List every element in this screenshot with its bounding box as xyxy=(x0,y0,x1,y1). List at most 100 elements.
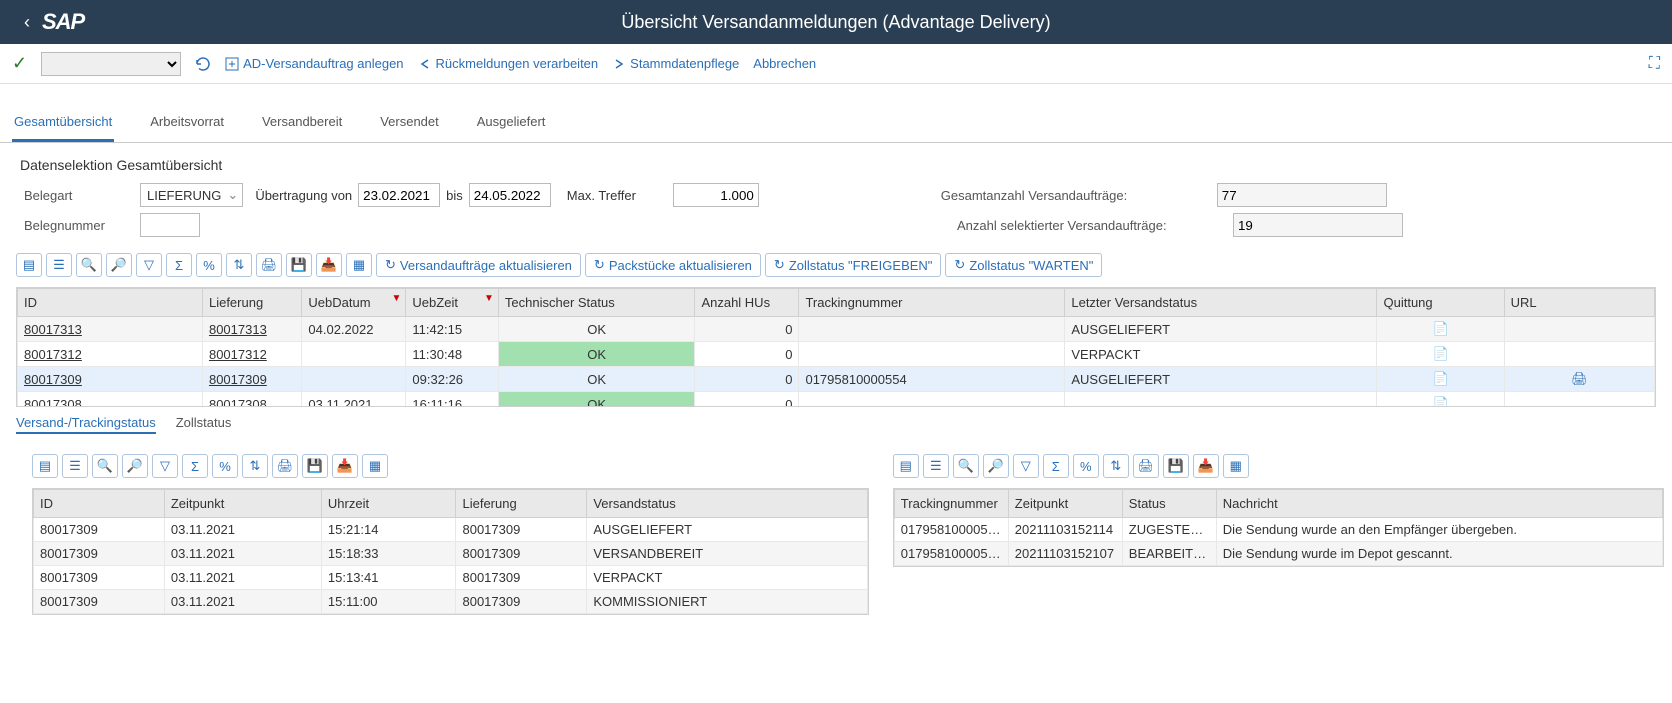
receipt-icon[interactable]: 📄 xyxy=(1432,346,1448,361)
print-icon[interactable]: 🖨 xyxy=(272,454,298,478)
search-icon[interactable]: 🔍 xyxy=(76,253,102,277)
sort-asc-icon[interactable]: ⇅ xyxy=(242,454,268,478)
details-icon[interactable]: ▤ xyxy=(16,253,42,277)
tab-ausgeliefert[interactable]: Ausgeliefert xyxy=(475,104,548,142)
search-next-icon[interactable]: 🔎 xyxy=(122,454,148,478)
table-row[interactable]: 800173088001730803.11.202116:11:16OK0📄 xyxy=(18,392,1655,408)
id-link[interactable]: 80017313 xyxy=(24,322,82,337)
table-row[interactable]: 8001730903.11.202115:18:3380017309VERSAN… xyxy=(34,542,868,566)
master-data-button[interactable]: Stammdatenpflege xyxy=(612,56,739,71)
sort-asc-icon[interactable]: ⇅ xyxy=(1103,454,1129,478)
export-excel-icon[interactable]: 📥 xyxy=(316,253,342,277)
lieferung-link[interactable]: 80017312 xyxy=(209,347,267,362)
layout-icon[interactable]: ▦ xyxy=(1223,454,1249,478)
col-url[interactable]: URL xyxy=(1504,289,1654,317)
col-hus[interactable]: Anzahl HUs xyxy=(695,289,799,317)
export-local-icon[interactable]: 💾 xyxy=(1163,454,1189,478)
tab-arbeitsvorrat[interactable]: Arbeitsvorrat xyxy=(148,104,226,142)
back-button[interactable]: ‹ xyxy=(12,12,42,33)
col-vstatus[interactable]: Letzter Versandstatus xyxy=(1065,289,1377,317)
lcol-status[interactable]: Versandstatus xyxy=(587,490,867,518)
col-id[interactable]: ID xyxy=(18,289,203,317)
refresh-orders-button[interactable]: ↻ Versandaufträge aktualisieren xyxy=(376,253,581,277)
rcol-msg[interactable]: Nachricht xyxy=(1216,490,1662,518)
subtab-zoll[interactable]: Zollstatus xyxy=(176,413,232,434)
refresh-icon[interactable] xyxy=(195,56,211,72)
accept-icon[interactable]: ✓ xyxy=(12,53,27,74)
list-icon[interactable]: ☰ xyxy=(46,253,72,277)
zoll-wait-button[interactable]: ↻ Zollstatus "WARTEN" xyxy=(945,253,1102,277)
belegnr-input[interactable] xyxy=(140,213,200,237)
col-lieferung[interactable]: Lieferung xyxy=(202,289,301,317)
search-icon[interactable]: 🔍 xyxy=(92,454,118,478)
date-from-input[interactable] xyxy=(358,183,440,207)
rcol-status[interactable]: Status xyxy=(1122,490,1216,518)
rcol-zp[interactable]: Zeitpunkt xyxy=(1008,490,1122,518)
export-local-icon[interactable]: 💾 xyxy=(302,454,328,478)
details-icon[interactable]: ▤ xyxy=(893,454,919,478)
layout-icon[interactable]: ▦ xyxy=(346,253,372,277)
process-feedback-button[interactable]: Rückmeldungen verarbeiten xyxy=(418,56,599,71)
create-order-button[interactable]: AD-Versandauftrag anlegen xyxy=(225,56,403,71)
receipt-icon[interactable]: 📄 xyxy=(1432,396,1448,407)
search-icon[interactable]: 🔍 xyxy=(953,454,979,478)
zoll-release-button[interactable]: ↻ Zollstatus "FREIGEBEN" xyxy=(765,253,942,277)
max-input[interactable] xyxy=(673,183,759,207)
rcol-tn[interactable]: Trackingnummer xyxy=(894,490,1008,518)
id-link[interactable]: 80017308 xyxy=(24,397,82,408)
search-next-icon[interactable]: 🔎 xyxy=(983,454,1009,478)
sum-icon[interactable]: Σ xyxy=(1043,454,1069,478)
table-row[interactable]: 8001730903.11.202115:21:1480017309AUSGEL… xyxy=(34,518,868,542)
export-local-icon[interactable]: 💾 xyxy=(286,253,312,277)
tab-versendet[interactable]: Versendet xyxy=(378,104,441,142)
layout-icon[interactable]: ▦ xyxy=(362,454,388,478)
lcol-lief[interactable]: Lieferung xyxy=(456,490,587,518)
lieferung-link[interactable]: 80017313 xyxy=(209,322,267,337)
id-link[interactable]: 80017312 xyxy=(24,347,82,362)
cancel-button[interactable]: Abbrechen xyxy=(753,56,816,71)
table-row[interactable]: 8001730903.11.202115:13:4180017309VERPAC… xyxy=(34,566,868,590)
subtotal-icon[interactable]: % xyxy=(1073,454,1099,478)
filter-icon[interactable]: ▽ xyxy=(136,253,162,277)
col-tracking[interactable]: Trackingnummer xyxy=(799,289,1065,317)
col-uebdatum[interactable]: UebDatum▼ xyxy=(302,289,406,317)
date-to-input[interactable] xyxy=(469,183,551,207)
lcol-zp[interactable]: Zeitpunkt xyxy=(164,490,321,518)
table-row[interactable]: 800173128001731211:30:48OK0VERPACKT📄 xyxy=(18,342,1655,367)
export-excel-icon[interactable]: 📥 xyxy=(1193,454,1219,478)
lieferung-link[interactable]: 80017309 xyxy=(209,372,267,387)
print-icon[interactable]: 🖨 xyxy=(1133,454,1159,478)
sum-icon[interactable]: Σ xyxy=(166,253,192,277)
receipt-icon[interactable]: 📄 xyxy=(1432,321,1448,336)
filter-icon[interactable]: ▽ xyxy=(1013,454,1039,478)
filter-icon[interactable]: ▽ xyxy=(152,454,178,478)
tab-versandbereit[interactable]: Versandbereit xyxy=(260,104,344,142)
col-uebzeit[interactable]: UebZeit▼ xyxy=(406,289,498,317)
belegart-select[interactable]: LIEFERUNG ⌄ xyxy=(140,183,243,207)
refresh-packs-button[interactable]: ↻ Packstücke aktualisieren xyxy=(585,253,761,277)
table-row[interactable]: 800173138001731304.02.202211:42:15OK0AUS… xyxy=(18,317,1655,342)
col-techstatus[interactable]: Technischer Status xyxy=(498,289,695,317)
export-excel-icon[interactable]: 📥 xyxy=(332,454,358,478)
lieferung-link[interactable]: 80017308 xyxy=(209,397,267,408)
list-icon[interactable]: ☰ xyxy=(923,454,949,478)
sort-asc-icon[interactable]: ⇅ xyxy=(226,253,252,277)
expand-icon[interactable]: ⛶ xyxy=(1649,55,1660,73)
print-icon[interactable]: 🖨 xyxy=(256,253,282,277)
table-row[interactable]: 0179581000055420211103152107BEARBEITUNGD… xyxy=(894,542,1662,566)
list-icon[interactable]: ☰ xyxy=(62,454,88,478)
col-quittung[interactable]: Quittung xyxy=(1377,289,1504,317)
lcol-uhr[interactable]: Uhrzeit xyxy=(321,490,456,518)
id-link[interactable]: 80017309 xyxy=(24,372,82,387)
tab-gesamtuebersicht[interactable]: Gesamtübersicht xyxy=(12,104,114,142)
details-icon[interactable]: ▤ xyxy=(32,454,58,478)
table-row[interactable]: 8001730903.11.202115:11:0080017309KOMMIS… xyxy=(34,590,868,614)
subtotal-icon[interactable]: % xyxy=(196,253,222,277)
url-icon[interactable]: 🖨 xyxy=(1571,371,1588,386)
table-row[interactable]: 0179581000055420211103152114ZUGESTELLTDi… xyxy=(894,518,1662,542)
receipt-icon[interactable]: 📄 xyxy=(1432,371,1448,386)
lcol-id[interactable]: ID xyxy=(34,490,165,518)
subtab-versand[interactable]: Versand-/Trackingstatus xyxy=(16,413,156,434)
subtotal-icon[interactable]: % xyxy=(212,454,238,478)
sum-icon[interactable]: Σ xyxy=(182,454,208,478)
